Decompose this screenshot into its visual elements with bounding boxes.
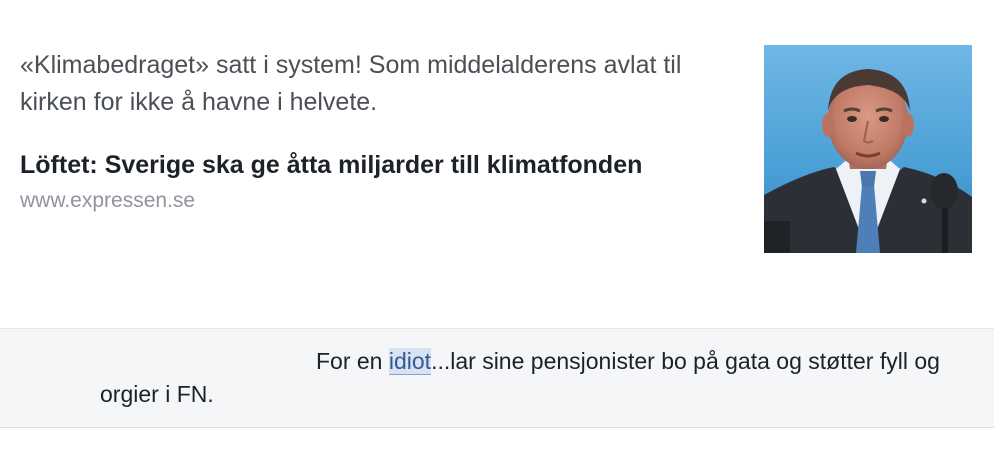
shared-post: «Klimabedraget» satt i system! Som midde…	[0, 0, 994, 328]
comment-highlighted-word[interactable]: idiot	[388, 348, 432, 375]
link-title[interactable]: Löftet: Sverige ska ge åtta miljarder ti…	[20, 148, 642, 182]
comment-text-before: For en	[316, 348, 389, 374]
post-message: «Klimabedraget» satt i system! Som midde…	[20, 51, 682, 116]
comment-text: For en idiot...lar sine pensjonister bo …	[100, 345, 950, 411]
portrait-photo	[764, 45, 972, 253]
page: «Klimabedraget» satt i system! Som midde…	[0, 0, 994, 449]
comment-bar: For en idiot...lar sine pensjonister bo …	[0, 328, 994, 428]
link-thumbnail-image[interactable]	[764, 45, 972, 253]
link-domain[interactable]: www.expressen.se	[20, 186, 195, 216]
comment-text-after: ...lar sine pensjonister bo på gata og s…	[100, 348, 940, 407]
